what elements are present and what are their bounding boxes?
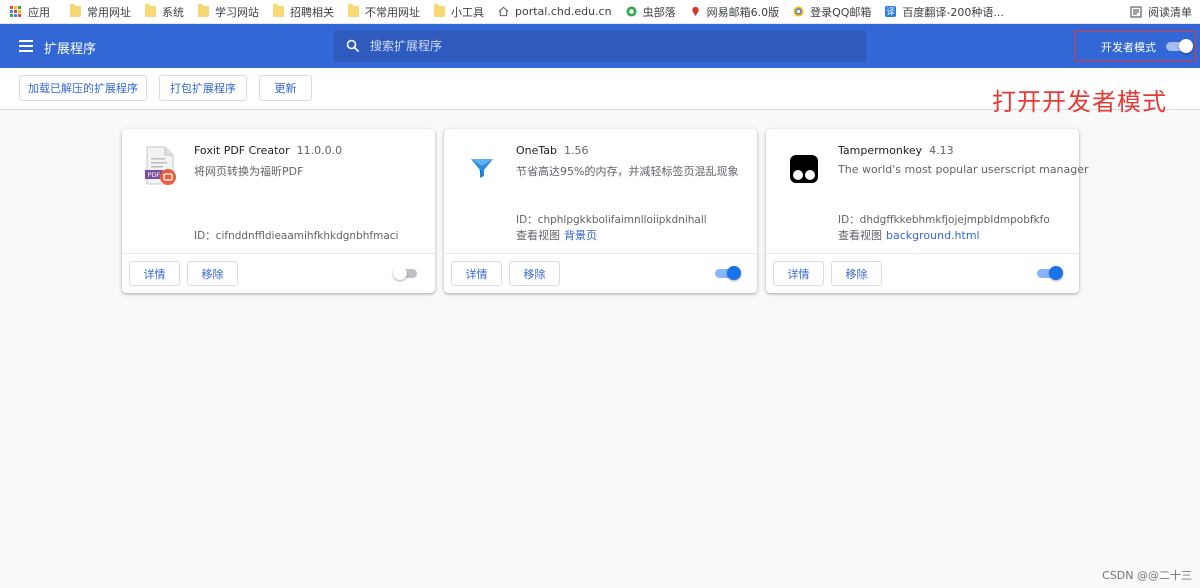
load-unpacked-button[interactable]: 加载已解压的扩展程序: [19, 75, 147, 101]
card-divider: [444, 253, 757, 254]
extension-id: ID：cifnddnffldieaamihfkhkdgnbhfmaci: [194, 230, 399, 242]
dev-mode-toggle[interactable]: [1166, 39, 1193, 53]
bookmark-label: portal.chd.edu.cn: [515, 5, 612, 18]
foxit-pdf-icon: PDF: [145, 146, 176, 185]
background-page-link[interactable]: 背景页: [564, 229, 597, 242]
tampermonkey-icon: [790, 155, 818, 183]
extension-description: 将网页转换为福昕PDF: [194, 165, 304, 178]
extension-version: 1.56: [564, 144, 589, 157]
extension-version: 4.13: [929, 144, 954, 157]
extension-enable-toggle[interactable]: [1037, 266, 1063, 280]
bookmark-folder[interactable]: 招聘相关: [267, 0, 340, 24]
folder-icon: [273, 4, 284, 17]
inspect-views: 查看视图 背景页: [516, 229, 597, 242]
reading-list-label: 阅读清单: [1148, 6, 1192, 19]
bookmarks-bar: 应用 常用网址 系统 学习网站 招聘相关 不常用网址 小工具 portal.ch…: [0, 0, 1200, 24]
dev-mode-label: 开发者模式: [1101, 41, 1156, 54]
remove-button[interactable]: 移除: [187, 261, 238, 286]
bookmark-baidu-translate[interactable]: 译 百度翻译-200种语...: [879, 0, 1009, 24]
home-icon: [498, 6, 509, 17]
netease-mail-icon: [691, 6, 699, 17]
extension-card: PDF Foxit PDF Creator 11.0.0.0 将网页转换为福昕PD…: [122, 129, 435, 293]
onetab-funnel-icon: [471, 159, 493, 178]
extension-id: ID：dhdgffkkebhmkfjojejmpbldmpobfkfo: [838, 214, 1050, 226]
card-divider: [766, 253, 1079, 254]
bookmark-folder[interactable]: 不常用网址: [342, 0, 426, 24]
bookmark-folder[interactable]: 学习网站: [192, 0, 265, 24]
details-button[interactable]: 详情: [451, 261, 502, 286]
update-button[interactable]: 更新: [259, 75, 312, 101]
bookmark-apps[interactable]: 应用: [0, 0, 56, 24]
background-html-link[interactable]: background.html: [886, 229, 980, 242]
extension-enable-toggle[interactable]: [715, 266, 741, 280]
reading-list-icon: [1130, 6, 1142, 18]
extension-name: Tampermonkey 4.13: [838, 144, 954, 157]
folder-icon: [198, 4, 209, 17]
bookmark-folder[interactable]: 小工具: [428, 0, 490, 24]
folder-icon: [348, 4, 359, 17]
bug-tribe-icon: [626, 6, 637, 17]
annotation-text: 打开开发者模式: [992, 88, 1167, 116]
folder-icon: [434, 4, 445, 17]
bookmark-label: 应用: [28, 5, 50, 19]
page-title: 扩展程序: [44, 42, 97, 57]
card-divider: [122, 253, 435, 254]
search-input[interactable]: [370, 30, 850, 62]
extension-name: OneTab 1.56: [516, 144, 589, 157]
bookmark-qq-mail[interactable]: 登录QQ邮箱: [787, 0, 877, 24]
bookmark-label: 招聘相关: [290, 5, 334, 19]
svg-text:译: 译: [887, 7, 896, 17]
bookmark-label: 虫部落: [642, 5, 676, 19]
search-icon: [346, 39, 360, 53]
bookmark-folder[interactable]: 系统: [139, 0, 190, 24]
extension-version: 11.0.0.0: [296, 144, 343, 157]
extension-card: Tampermonkey 4.13 The world's most popula…: [766, 129, 1089, 293]
details-button[interactable]: 详情: [129, 261, 180, 286]
bookmark-label: 网易邮箱6.0版: [706, 5, 780, 19]
bookmark-portal[interactable]: portal.chd.edu.cn: [492, 0, 618, 24]
bookmark-netease-mail[interactable]: 网易邮箱6.0版: [684, 0, 786, 24]
svg-text:PDF: PDF: [148, 171, 161, 179]
extension-enable-toggle[interactable]: [393, 266, 419, 280]
remove-button[interactable]: 移除: [831, 261, 882, 286]
remove-button[interactable]: 移除: [509, 261, 560, 286]
pack-extension-button[interactable]: 打包扩展程序: [159, 75, 247, 101]
bookmark-chongbuluo[interactable]: 虫部落: [620, 0, 682, 24]
inspect-views: 查看视图 background.html: [838, 229, 980, 242]
bookmark-label: 登录QQ邮箱: [810, 5, 872, 19]
watermark: CSDN @@二十三: [1102, 569, 1192, 582]
bookmark-folder[interactable]: 常用网址: [64, 0, 137, 24]
bookmark-label: 百度翻译-200种语...: [902, 5, 1004, 19]
extensions-header: 扩展程序 开发者模式: [0, 24, 1200, 68]
extension-description: 节省高达95%的内存，并减轻标签页混乱现象: [516, 165, 739, 178]
extension-card: OneTab 1.56 节省高达95%的内存，并减轻标签页混乱现象 ID：chph…: [444, 129, 757, 293]
menu-icon[interactable]: [19, 40, 33, 52]
extension-name: Foxit PDF Creator 11.0.0.0: [194, 144, 343, 157]
search-bar[interactable]: [334, 30, 866, 62]
bookmark-label: 系统: [162, 5, 184, 19]
extension-id: ID：chphlpgkkbolifaimnlloiipkdnihall: [516, 214, 707, 226]
folder-icon: [145, 4, 156, 17]
bookmark-label: 不常用网址: [365, 5, 420, 19]
details-button[interactable]: 详情: [773, 261, 824, 286]
bookmark-label: 常用网址: [87, 5, 131, 19]
apps-grid-icon: [10, 6, 21, 17]
bookmark-label: 小工具: [451, 5, 484, 19]
reading-list-button[interactable]: 阅读清单: [1130, 0, 1192, 24]
folder-icon: [70, 4, 81, 17]
bookmark-label: 学习网站: [215, 5, 259, 19]
qq-mail-icon: [793, 6, 804, 17]
baidu-translate-icon: 译: [885, 6, 897, 17]
extension-description: The world's most popular userscript mana…: [838, 163, 1089, 176]
